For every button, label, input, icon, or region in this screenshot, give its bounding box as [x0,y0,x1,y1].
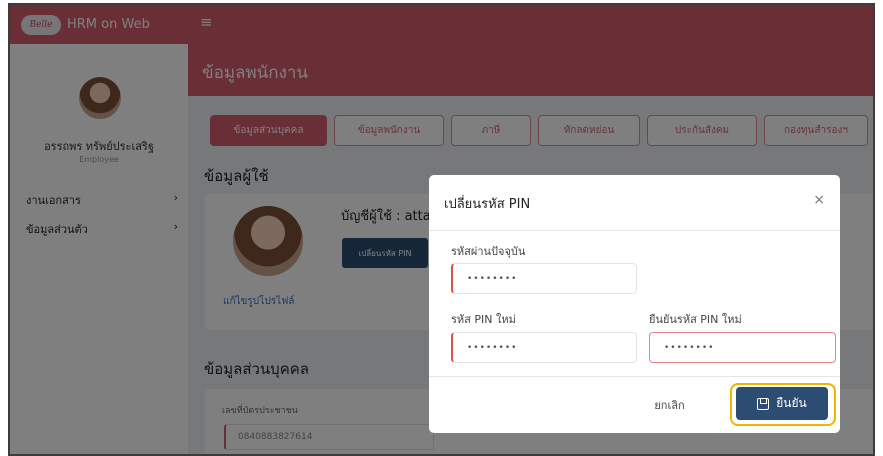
confirm-pin-label: ยืนยันรหัส PIN ใหม่ [649,313,742,326]
confirm-button-label: ยืนยัน [776,396,807,410]
divider [429,376,840,377]
confirm-button[interactable]: ยืนยัน [736,387,828,420]
close-icon[interactable]: × [813,192,825,208]
confirm-pin-field[interactable] [649,332,836,363]
current-password-label: รหัสผ่านปัจจุบัน [451,245,526,258]
current-password-field[interactable] [451,263,637,294]
dialog-title: เปลี่ยนรหัส PIN [444,197,531,212]
change-pin-dialog: เปลี่ยนรหัส PIN × รหัสผ่านปัจจุบัน รหัส … [429,175,840,433]
new-pin-field[interactable] [451,332,637,363]
divider [429,230,840,231]
new-pin-label: รหัส PIN ใหม่ [451,313,516,326]
cancel-button[interactable]: ยกเลิก [638,389,701,420]
save-icon [757,397,770,410]
